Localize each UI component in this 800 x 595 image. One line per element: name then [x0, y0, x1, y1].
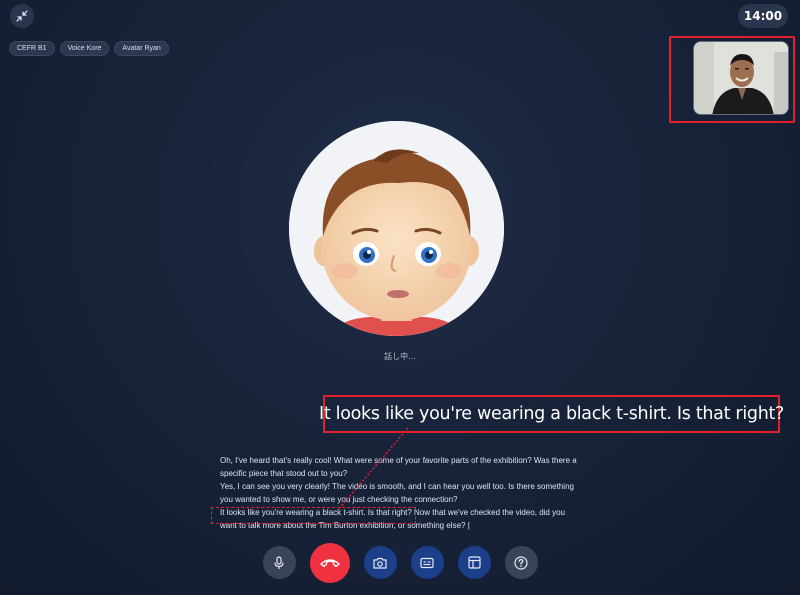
mic-button[interactable] — [262, 546, 296, 579]
caption-highlight: It looks like you're wearing a black t-s… — [319, 395, 784, 433]
transcript-message: Yes, I can see you very clearly! The vid… — [220, 482, 574, 504]
session-tags: CEFR B1 Voice Kore Avatar Ryan — [9, 41, 169, 56]
typing-cursor: | — [467, 520, 470, 530]
help-button[interactable] — [504, 546, 538, 579]
tag-cefr-level[interactable]: CEFR B1 — [9, 41, 55, 56]
call-controls — [0, 543, 800, 583]
camera-button[interactable] — [363, 546, 397, 579]
collapse-arrows-icon — [16, 10, 28, 22]
session-timer: 14:00 — [738, 4, 788, 28]
user-video-feed — [694, 42, 788, 114]
self-camera-view[interactable] — [693, 41, 789, 115]
layout-icon — [467, 556, 481, 569]
tag-avatar[interactable]: Avatar Ryan — [114, 41, 169, 56]
captions-button[interactable] — [410, 546, 444, 579]
microphone-icon — [274, 555, 284, 569]
captions-icon — [420, 557, 434, 568]
avatar-illustration — [289, 121, 504, 336]
phone-hangup-icon — [319, 559, 340, 568]
help-icon — [514, 555, 528, 570]
end-call-button[interactable] — [309, 543, 350, 583]
avatar-status: 話し中... — [384, 352, 416, 361]
tag-voice[interactable]: Voice Kore — [59, 41, 110, 56]
ai-avatar — [289, 121, 504, 336]
collapse-button[interactable] — [10, 4, 34, 28]
transcript-highlight — [211, 507, 416, 524]
camera-icon — [373, 557, 387, 569]
current-caption: It looks like you're wearing a black t-s… — [318, 404, 785, 424]
transcript-message: Oh, I've heard that's really cool! What … — [220, 456, 577, 478]
layout-button[interactable] — [457, 546, 491, 579]
self-view-highlight — [669, 36, 795, 123]
